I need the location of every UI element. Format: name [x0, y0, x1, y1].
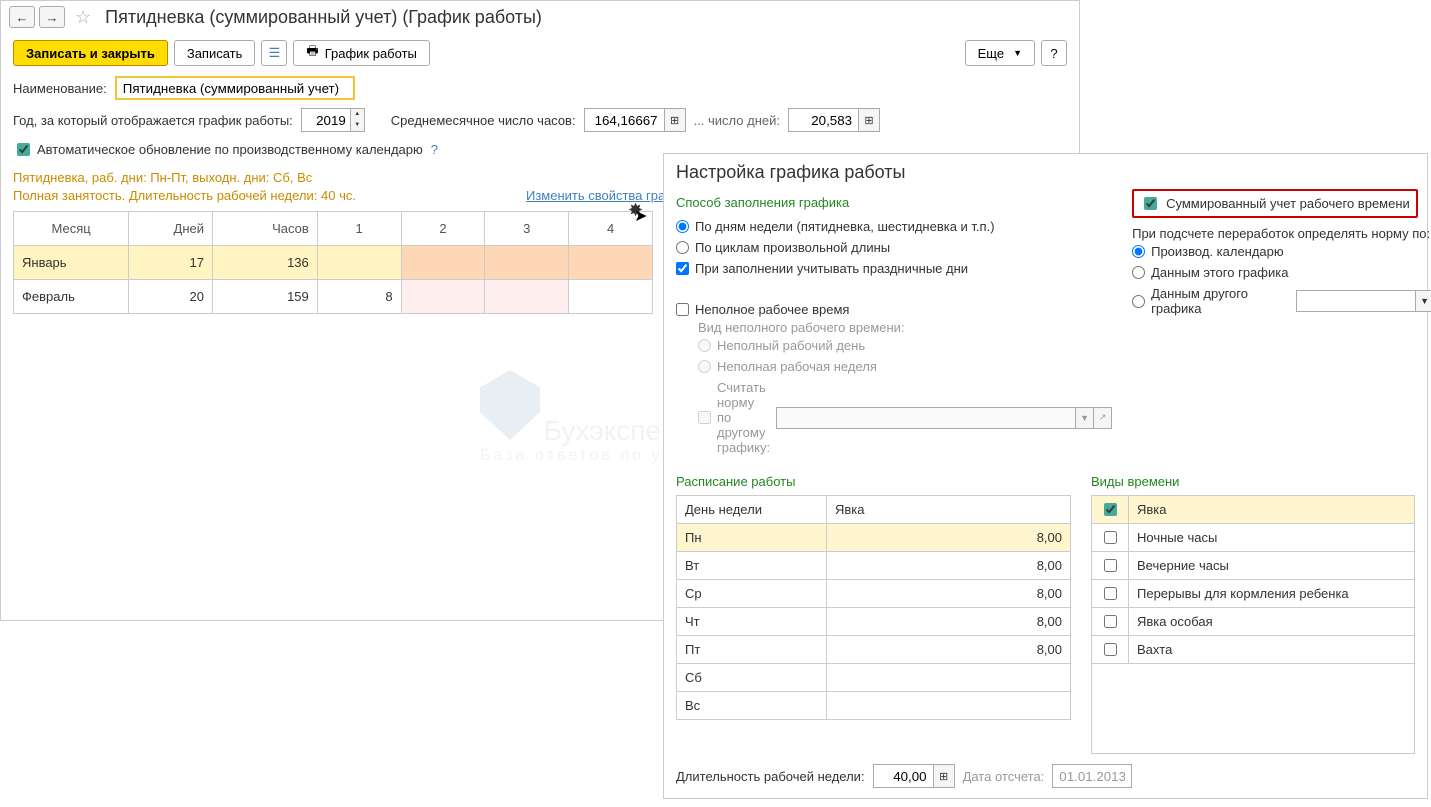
list-icon-button[interactable]: ☰ [261, 40, 287, 66]
check-partial[interactable]: Неполное рабочее время [676, 299, 1112, 320]
name-label: Наименование: [13, 81, 107, 96]
norm-other-combo[interactable] [1296, 290, 1416, 312]
year-up-icon[interactable]: ▲ [351, 109, 364, 120]
section-schedule: Расписание работы [676, 474, 1071, 489]
check-holidays[interactable]: При заполнении учитывать праздничные дни [676, 258, 1112, 279]
name-field[interactable] [115, 76, 355, 100]
type-row[interactable]: Вахта [1092, 636, 1415, 664]
col-3: 3 [485, 212, 569, 246]
settings-title: Настройка графика работы [676, 162, 1415, 183]
schedule-row[interactable]: Пн8,00 [677, 524, 1071, 552]
chevron-down-icon: ▼ [1076, 407, 1094, 429]
more-button[interactable]: Еще▼ [965, 40, 1035, 66]
norm-label: При подсчете переработок определять норм… [1132, 226, 1431, 241]
schedule-button[interactable]: 🖶 График работы [293, 40, 429, 66]
radio-norm-calendar[interactable]: Производ. календарю [1132, 241, 1431, 262]
type-row[interactable]: Явка [1092, 496, 1415, 524]
help-button[interactable]: ? [1041, 40, 1067, 66]
avg-hours-field[interactable] [584, 108, 664, 132]
calculator-icon[interactable]: ⊞ [858, 108, 880, 132]
chevron-down-icon[interactable]: ▼ [1416, 290, 1431, 312]
help-icon[interactable]: ? [431, 142, 438, 157]
nav-back-button[interactable]: ← [9, 6, 35, 28]
save-close-button[interactable]: Записать и закрыть [13, 40, 168, 66]
time-types-table: Явка Ночные часы Вечерние часы Перерывы … [1091, 495, 1415, 754]
radio-by-weekdays[interactable]: По дням недели (пятидневка, шестидневка … [676, 216, 1112, 237]
type-row[interactable]: Явка особая [1092, 608, 1415, 636]
col-hours: Часов [213, 212, 318, 246]
list-icon: ☰ [269, 45, 281, 61]
col-month: Месяц [14, 212, 129, 246]
page-title: Пятидневка (суммированный учет) (График … [105, 7, 542, 28]
save-button[interactable]: Записать [174, 40, 256, 66]
calculator-icon[interactable]: ⊞ [933, 764, 955, 788]
radio-partial-week: Неполная рабочая неделя [698, 356, 1112, 377]
avg-days-label: ... число дней: [694, 113, 780, 128]
schedule-row[interactable]: Пт8,00 [677, 636, 1071, 664]
year-stepper[interactable]: ▲▼ [301, 108, 365, 132]
schedule-row[interactable]: Чт8,00 [677, 608, 1071, 636]
type-row[interactable]: Перерывы для кормления ребенка [1092, 580, 1415, 608]
col-days: Дней [129, 212, 213, 246]
start-date-field [1052, 764, 1132, 788]
table-row[interactable]: Февраль 20 159 8 [14, 280, 653, 314]
calculator-icon[interactable]: ⊞ [664, 108, 686, 132]
schedule-row[interactable]: Вс [677, 692, 1071, 720]
schedule-row[interactable]: Сб [677, 664, 1071, 692]
chevron-down-icon: ▼ [1013, 48, 1022, 58]
nav-forward-button[interactable]: → [39, 6, 65, 28]
other-norm-combo [776, 407, 1076, 429]
radio-norm-this[interactable]: Данным этого графика [1132, 262, 1431, 283]
start-date-label: Дата отсчета: [963, 769, 1045, 784]
col-1: 1 [317, 212, 401, 246]
table-row[interactable]: Январь 17 136 [14, 246, 653, 280]
schedule-table: День неделиЯвка Пн8,00 Вт8,00 Ср8,00 Чт8… [676, 495, 1071, 720]
schedule-row[interactable]: Ср8,00 [677, 580, 1071, 608]
radio-partial-day: Неполный рабочий день [698, 335, 1112, 356]
week-len-field[interactable] [873, 764, 933, 788]
schedule-row[interactable]: Вт8,00 [677, 552, 1071, 580]
type-row[interactable] [1092, 664, 1415, 754]
auto-update-checkbox[interactable]: Автоматическое обновление по производств… [13, 140, 423, 159]
radio-by-cycle[interactable]: По циклам произвольной длины [676, 237, 1112, 258]
section-time-types: Виды времени [1091, 474, 1415, 489]
partial-kind-label: Вид неполного рабочего времени: [698, 320, 1112, 335]
year-down-icon[interactable]: ▼ [351, 120, 364, 131]
sum-accounting-check[interactable]: Суммированный учет рабочего времени [1132, 189, 1418, 218]
year-label: Год, за который отображается график рабо… [13, 113, 293, 128]
check-other-norm: Считать норму по другому графику: ▼↗ [698, 377, 1112, 458]
avg-hours-label: Среднемесячное число часов: [391, 113, 576, 128]
week-len-label: Длительность рабочей недели: [676, 769, 865, 784]
type-row[interactable]: Вечерние часы [1092, 552, 1415, 580]
favorite-icon[interactable]: ☆ [75, 7, 91, 28]
print-icon: 🖶 [306, 42, 318, 64]
calendar-table: Месяц Дней Часов 1 2 3 4 Январь 17 136 Ф… [13, 211, 653, 314]
type-row[interactable]: Ночные часы [1092, 524, 1415, 552]
open-icon: ↗ [1094, 407, 1112, 429]
avg-days-field[interactable] [788, 108, 858, 132]
section-fill-method: Способ заполнения графика [676, 195, 1112, 210]
radio-norm-other[interactable]: Данным другого графика ▼↗ [1132, 283, 1431, 319]
col-4: 4 [569, 212, 653, 246]
year-input[interactable] [301, 108, 351, 132]
col-2: 2 [401, 212, 485, 246]
